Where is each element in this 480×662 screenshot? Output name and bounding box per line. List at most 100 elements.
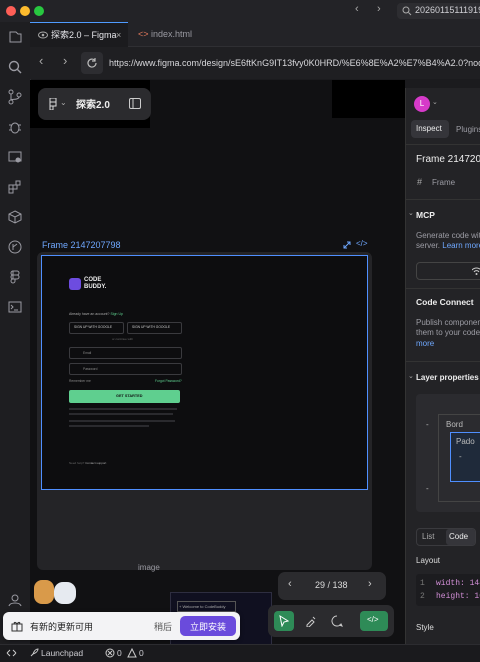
user-avatar[interactable]: L [414,96,430,112]
terminal-snippet: + Welcome to CodeBuddy [177,601,236,612]
already-account-text: Already have an account? Sign Up [69,312,123,316]
inspect-panel: L ⌄ Inspect Plugins Frame 2147207 # Fram… [405,88,480,644]
login-design-frame[interactable]: CODE BUDDY. Already have an account? Sig… [41,255,368,490]
error-icon[interactable] [105,648,115,658]
terms-text-line-2 [69,413,173,415]
remote-icon[interactable] [7,149,23,165]
google-btn-2-label: SIGN UP WITH GOOGLE [132,325,171,329]
html-file-icon: <> [138,29,149,39]
sidebar-toggle-icon[interactable] [129,98,141,109]
tab-figma[interactable]: 探索2.0 – Figma × [30,22,128,47]
warning-icon[interactable] [127,648,137,658]
divider [406,288,480,289]
dev-mode-toggle[interactable]: </> [360,611,388,631]
mcp-desc2: server. [416,241,441,250]
back-arrow-icon[interactable]: ‹ [355,3,359,15]
layer-props-collapse-icon[interactable]: ⌄ [408,372,414,380]
box-model-diagram: Bord - Pado - - [416,394,480,512]
browser-forward-icon[interactable]: › [63,53,67,68]
files-icon[interactable] [7,29,23,45]
launchpad-label[interactable]: Launchpad [41,648,83,658]
zoom-window-button[interactable] [34,6,44,16]
padding-value-left: - [459,452,462,461]
code-line-2-number: 2 [420,592,425,601]
sign-up-link[interactable]: Sign Up [110,312,122,316]
list-tab[interactable]: List [422,532,434,541]
tab-inspect[interactable]: Inspect [411,120,449,138]
tab-close-icon[interactable]: × [116,23,121,47]
email-label: Email [83,351,92,355]
command-search-box[interactable]: 20260115111919 [397,3,480,19]
editor-tabs: 探索2.0 – Figma × <> index.html [30,22,480,47]
password-field[interactable]: Password [69,363,182,375]
image-label: image [138,563,160,572]
move-tool-button[interactable] [274,611,294,631]
comment-tool-icon[interactable] [331,615,343,627]
frame-type-icon: # [417,177,423,187]
browser-url-bar: ‹ › https://www.figma.com/design/sE6ftKn… [30,47,480,79]
codebuddy-logo-icon [69,278,81,290]
figma-icon[interactable] [7,269,23,285]
search-icon[interactable] [7,59,23,75]
code-connect-more-link[interactable]: more [416,339,434,348]
figma-logo-icon[interactable] [49,98,58,110]
code-connect-desc-2: them to your code [416,328,480,337]
google-signup-button-1[interactable]: SIGN UP WITH GOOGLE [69,322,124,334]
mcp-collapse-icon[interactable]: ⌄ [408,209,414,217]
avatar-chevron-icon[interactable]: ⌄ [432,98,438,106]
layer-properties-title: Layer properties [416,373,479,382]
cursor-icon [279,615,289,627]
email-field[interactable]: Email [69,347,182,359]
account-icon[interactable] [7,592,23,608]
window-titlebar: ‹ › 20260115111919 [0,0,480,22]
dog-mascot [34,580,54,604]
install-now-label: 立即安装 [190,622,227,632]
later-button[interactable]: 稍后 [154,620,172,633]
tab-figma-label: 探索2.0 – Figma [51,30,117,40]
browser-back-icon[interactable]: ‹ [39,53,43,68]
tab-plugins[interactable]: Plugins [456,125,480,134]
debug-icon[interactable] [7,119,23,135]
prev-page-icon[interactable]: ‹ [288,578,292,590]
source-control-icon[interactable] [7,89,23,105]
forward-arrow-icon[interactable]: › [377,3,381,15]
git-branch-icon[interactable] [7,239,23,255]
package-icon[interactable] [7,209,23,225]
dev-mode-code-icon: </> [367,615,379,624]
margin-value-bottom: - [426,484,429,493]
url-input[interactable]: https://www.figma.com/design/sE6ftKnG9IT… [109,54,480,72]
search-icon [402,6,412,16]
get-started-button[interactable]: GET STARTED [69,390,180,403]
reload-button[interactable] [81,52,103,74]
minimize-window-button[interactable] [20,6,30,16]
eyedropper-icon[interactable] [305,615,317,627]
style-label: Style [416,623,434,632]
code-tab[interactable]: Code [446,529,475,545]
tab-index-html[interactable]: <> index.html [130,22,240,46]
forgot-password-link[interactable]: Forgot Password? [155,379,182,383]
mcp-connect-button[interactable] [416,262,480,280]
expand-icon[interactable] [343,241,351,249]
terminal-icon[interactable] [7,299,23,315]
next-page-icon[interactable]: › [368,578,372,590]
remote-status-icon[interactable] [6,648,17,659]
layout-label: Layout [416,556,441,565]
code-view-icon[interactable]: </> [356,239,368,248]
close-window-button[interactable] [6,6,16,16]
extensions-icon[interactable] [7,179,23,195]
rocket-icon[interactable] [29,648,39,658]
install-now-button[interactable]: 立即安装 [180,616,236,636]
or-divider-text: or continue with [112,337,134,341]
figma-canvas[interactable]: ⌄ 探索2.0 Frame 2147207798 </> CODE BUDDY.… [30,80,405,644]
frame-label[interactable]: Frame 2147207798 [42,240,121,250]
code-connect-desc-1: Publish componen [416,318,480,327]
mcp-learn-more-link[interactable]: Learn more [442,241,480,250]
gift-icon [11,621,23,632]
remember-me-checkbox[interactable]: Remember me [69,379,91,383]
update-message: 有新的更新可用 [30,622,94,632]
figma-menu-chevron-icon[interactable]: ⌄ [60,98,67,107]
figma-file-name[interactable]: 探索2.0 [76,96,110,111]
google-signup-button-2[interactable]: SIGN UP WITH GOOGLE [127,322,182,334]
contact-support-link[interactable]: Contact support [85,461,106,465]
terms-text-line-4 [69,425,149,427]
